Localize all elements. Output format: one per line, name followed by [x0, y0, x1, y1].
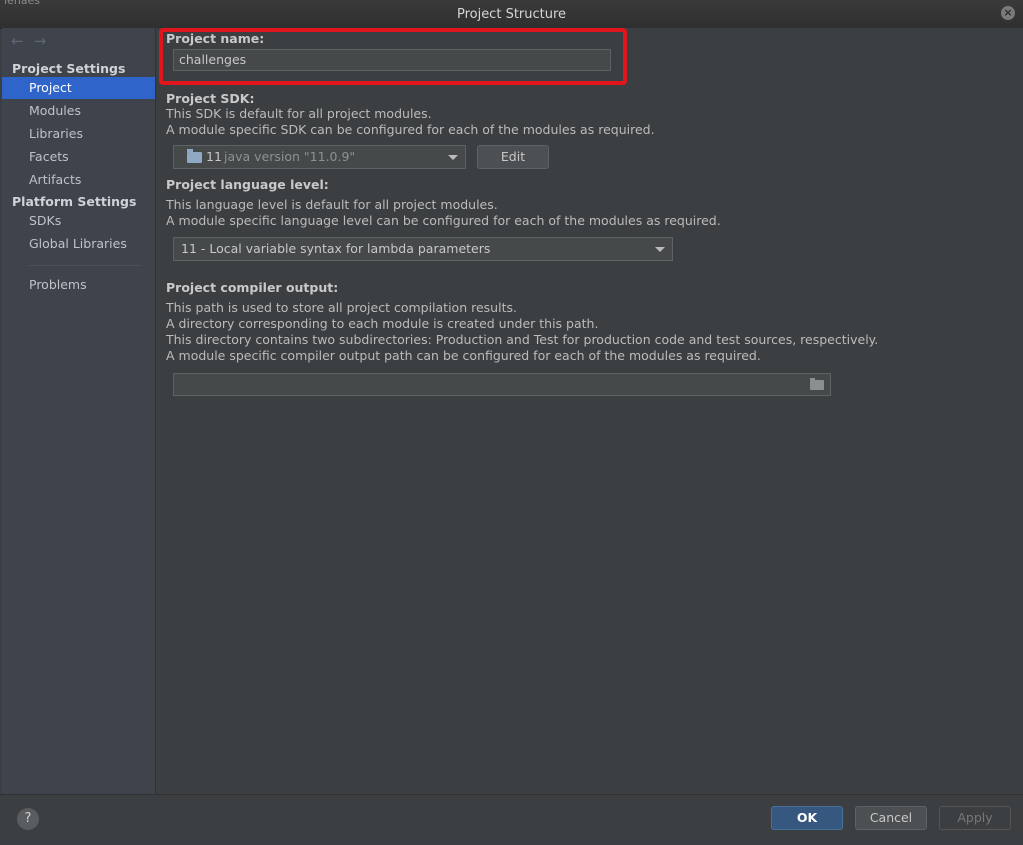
title-bar: ienaes Project Structure ×	[0, 0, 1023, 29]
compiler-output-desc-3: This directory contains two subdirectori…	[166, 332, 879, 347]
window-title: Project Structure	[456, 7, 567, 22]
background-window-fragment: ienaes	[4, 0, 41, 7]
project-sdk-label: Project SDK:	[166, 91, 255, 106]
sidebar: ←→ Project Settings Project Modules Libr…	[2, 28, 156, 794]
sidebar-item-project[interactable]: Project	[2, 77, 155, 99]
language-level-dropdown[interactable]: 11 - Local variable syntax for lambda pa…	[173, 237, 673, 261]
project-sdk-desc-2: A module specific SDK can be configured …	[166, 122, 655, 137]
language-level-desc-2: A module specific language level can be …	[166, 213, 721, 228]
language-level-value: 11 - Local variable syntax for lambda pa…	[181, 241, 491, 256]
project-name-input[interactable]: challenges	[173, 49, 611, 71]
sidebar-item-modules[interactable]: Modules	[2, 100, 155, 122]
dialog-footer: ? OK Cancel Apply	[0, 794, 1023, 845]
back-arrow-icon[interactable]: ←	[11, 32, 34, 50]
sdk-number: 11	[206, 149, 222, 164]
ok-button[interactable]: OK	[771, 806, 843, 830]
sidebar-item-artifacts[interactable]: Artifacts	[2, 169, 155, 191]
cancel-button[interactable]: Cancel	[855, 806, 927, 830]
language-level-label: Project language level:	[166, 177, 329, 192]
language-level-desc-1: This language level is default for all p…	[166, 197, 498, 212]
apply-button[interactable]: Apply	[939, 806, 1011, 830]
project-sdk-desc-1: This SDK is default for all project modu…	[166, 106, 432, 121]
sidebar-item-global-libraries[interactable]: Global Libraries	[2, 233, 155, 255]
close-icon[interactable]: ×	[1001, 6, 1015, 20]
sidebar-item-libraries[interactable]: Libraries	[2, 123, 155, 145]
forward-arrow-icon[interactable]: →	[34, 32, 57, 50]
browse-folder-icon[interactable]	[810, 378, 824, 390]
compiler-output-desc-4: A module specific compiler output path c…	[166, 348, 761, 363]
sidebar-divider	[29, 265, 141, 266]
platform-settings-header: Platform Settings	[12, 194, 137, 209]
compiler-output-desc-2: A directory corresponding to each module…	[166, 316, 599, 331]
chevron-down-icon	[655, 247, 665, 252]
sidebar-item-facets[interactable]: Facets	[2, 146, 155, 168]
project-sdk-dropdown[interactable]: 11 java version "11.0.9"	[173, 145, 466, 169]
compiler-output-desc-1: This path is used to store all project c…	[166, 300, 517, 315]
chevron-down-icon	[448, 155, 458, 160]
compiler-output-label: Project compiler output:	[166, 280, 339, 295]
main-panel: Project name: challenges Project SDK: Th…	[156, 28, 1023, 794]
sidebar-item-problems[interactable]: Problems	[2, 274, 155, 296]
project-settings-header: Project Settings	[12, 61, 126, 76]
sdk-edit-button[interactable]: Edit	[477, 145, 549, 169]
project-name-label: Project name:	[166, 31, 265, 46]
folder-icon	[187, 149, 202, 163]
sidebar-item-sdks[interactable]: SDKs	[2, 210, 155, 232]
navigation-arrows: ←→	[11, 32, 56, 50]
help-icon[interactable]: ?	[17, 808, 39, 830]
sdk-version: java version "11.0.9"	[224, 149, 356, 164]
compiler-output-path-input[interactable]	[173, 373, 831, 396]
